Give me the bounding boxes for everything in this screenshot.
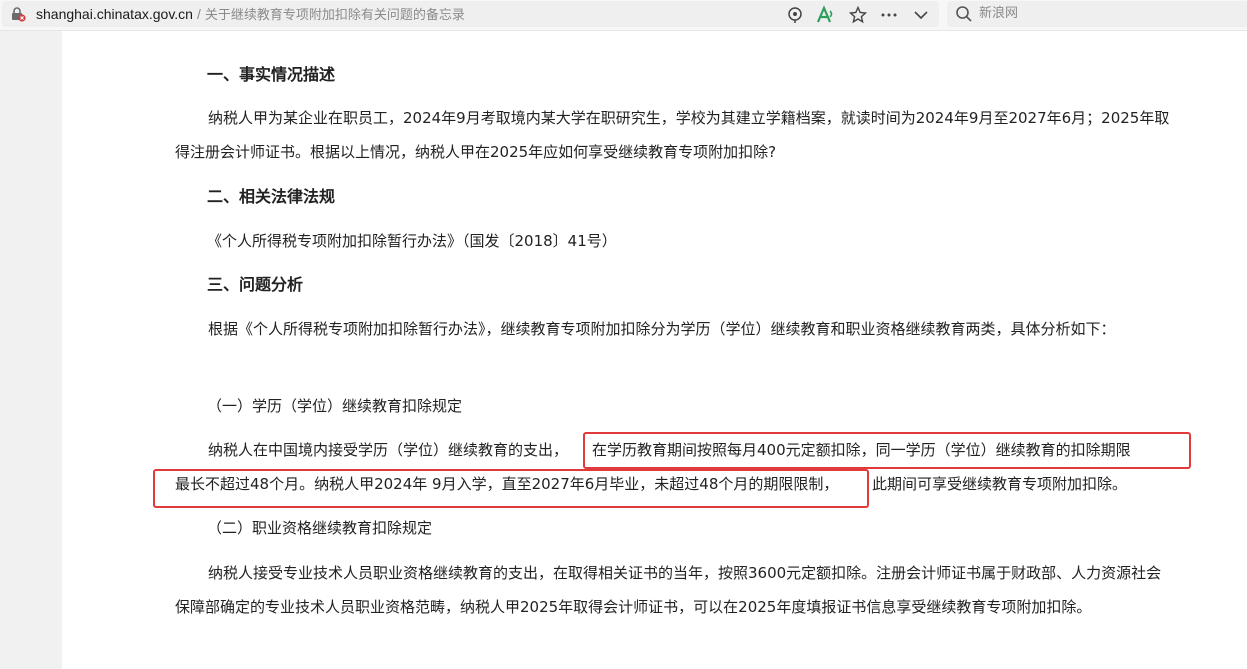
url-text[interactable]: shanghai.chinatax.gov.cn / 关于继续教育专项附加扣除有关问… (36, 5, 465, 25)
subsection-1-line-1-start: 纳税人在中国境内接受学历（学位）继续教育的支出， (208, 441, 569, 459)
subsection-1-line-2-highlight: 最长不超过48个月。纳税人甲2024年 9月入学，直至2027年6月毕业，未超过… (175, 475, 839, 493)
section-3-title: 三、问题分析 (207, 275, 304, 294)
url-separator: / (196, 6, 201, 22)
favorite-star-icon[interactable] (847, 4, 869, 26)
location-icon[interactable] (784, 4, 806, 26)
page-left-margin (0, 31, 62, 669)
section-2-title: 二、相关法律法规 (207, 187, 336, 206)
site-security-icon[interactable] (10, 6, 26, 22)
browser-toolbar: shanghai.chinatax.gov.cn / 关于继续教育专项附加扣除有关问… (0, 0, 1247, 31)
subsection-2-title: （二）职业资格继续教育扣除规定 (207, 519, 433, 537)
address-bar[interactable]: shanghai.chinatax.gov.cn / 关于继续教育专项附加扣除有关问… (2, 1, 939, 27)
article-content: 一、事实情况描述 纳税人甲为某企业在职员工，2024年9月考取境内某大学在职研究… (62, 31, 1247, 669)
section-1-title: 一、事实情况描述 (207, 65, 336, 84)
search-box[interactable]: 新浪网 (947, 1, 1247, 27)
section-1-text-content: 纳税人甲为某企业在职员工，2024年9月考取境内某大学在职研究生，学校为其建立学… (175, 109, 1170, 161)
section-1-text: 纳税人甲为某企业在职员工，2024年9月考取境内某大学在职研究生，学校为其建立学… (175, 101, 1175, 169)
section-2-text: 《个人所得税专项附加扣除暂行办法》（国发〔2018〕41号） (207, 232, 617, 250)
read-aloud-icon[interactable] (815, 4, 837, 26)
url-domain: shanghai.chinatax.gov.cn (36, 6, 193, 22)
subsection-2-text-content: 纳税人接受专业技术人员职业资格继续教育的支出，在取得相关证书的当年，按照3600… (175, 564, 1162, 616)
url-page-title: 关于继续教育专项附加扣除有关问题的备忘录 (204, 8, 465, 23)
search-placeholder[interactable]: 新浪网 (979, 5, 1018, 23)
section-3-text: 根据《个人所得税专项附加扣除暂行办法》，继续教育专项附加扣除分为学历（学位）继续… (175, 312, 1175, 346)
subsection-1-line-2-end: 此期间可享受继续教育专项附加扣除。 (872, 475, 1128, 493)
more-options-icon[interactable] (878, 4, 900, 26)
subsection-1-line-1-highlight: 在学历教育期间按照每月400元定额扣除，同一学历（学位）继续教育的扣除期限 (592, 441, 1131, 459)
section-3-text-content: 根据《个人所得税专项附加扣除暂行办法》，继续教育专项附加扣除分为学历（学位）继续… (208, 320, 1116, 338)
chevron-down-icon[interactable] (910, 4, 932, 26)
search-icon[interactable] (955, 5, 973, 23)
subsection-1-title: （一）学历（学位）继续教育扣除规定 (207, 397, 463, 415)
subsection-2-text: 纳税人接受专业技术人员职业资格继续教育的支出，在取得相关证书的当年，按照3600… (175, 556, 1175, 624)
